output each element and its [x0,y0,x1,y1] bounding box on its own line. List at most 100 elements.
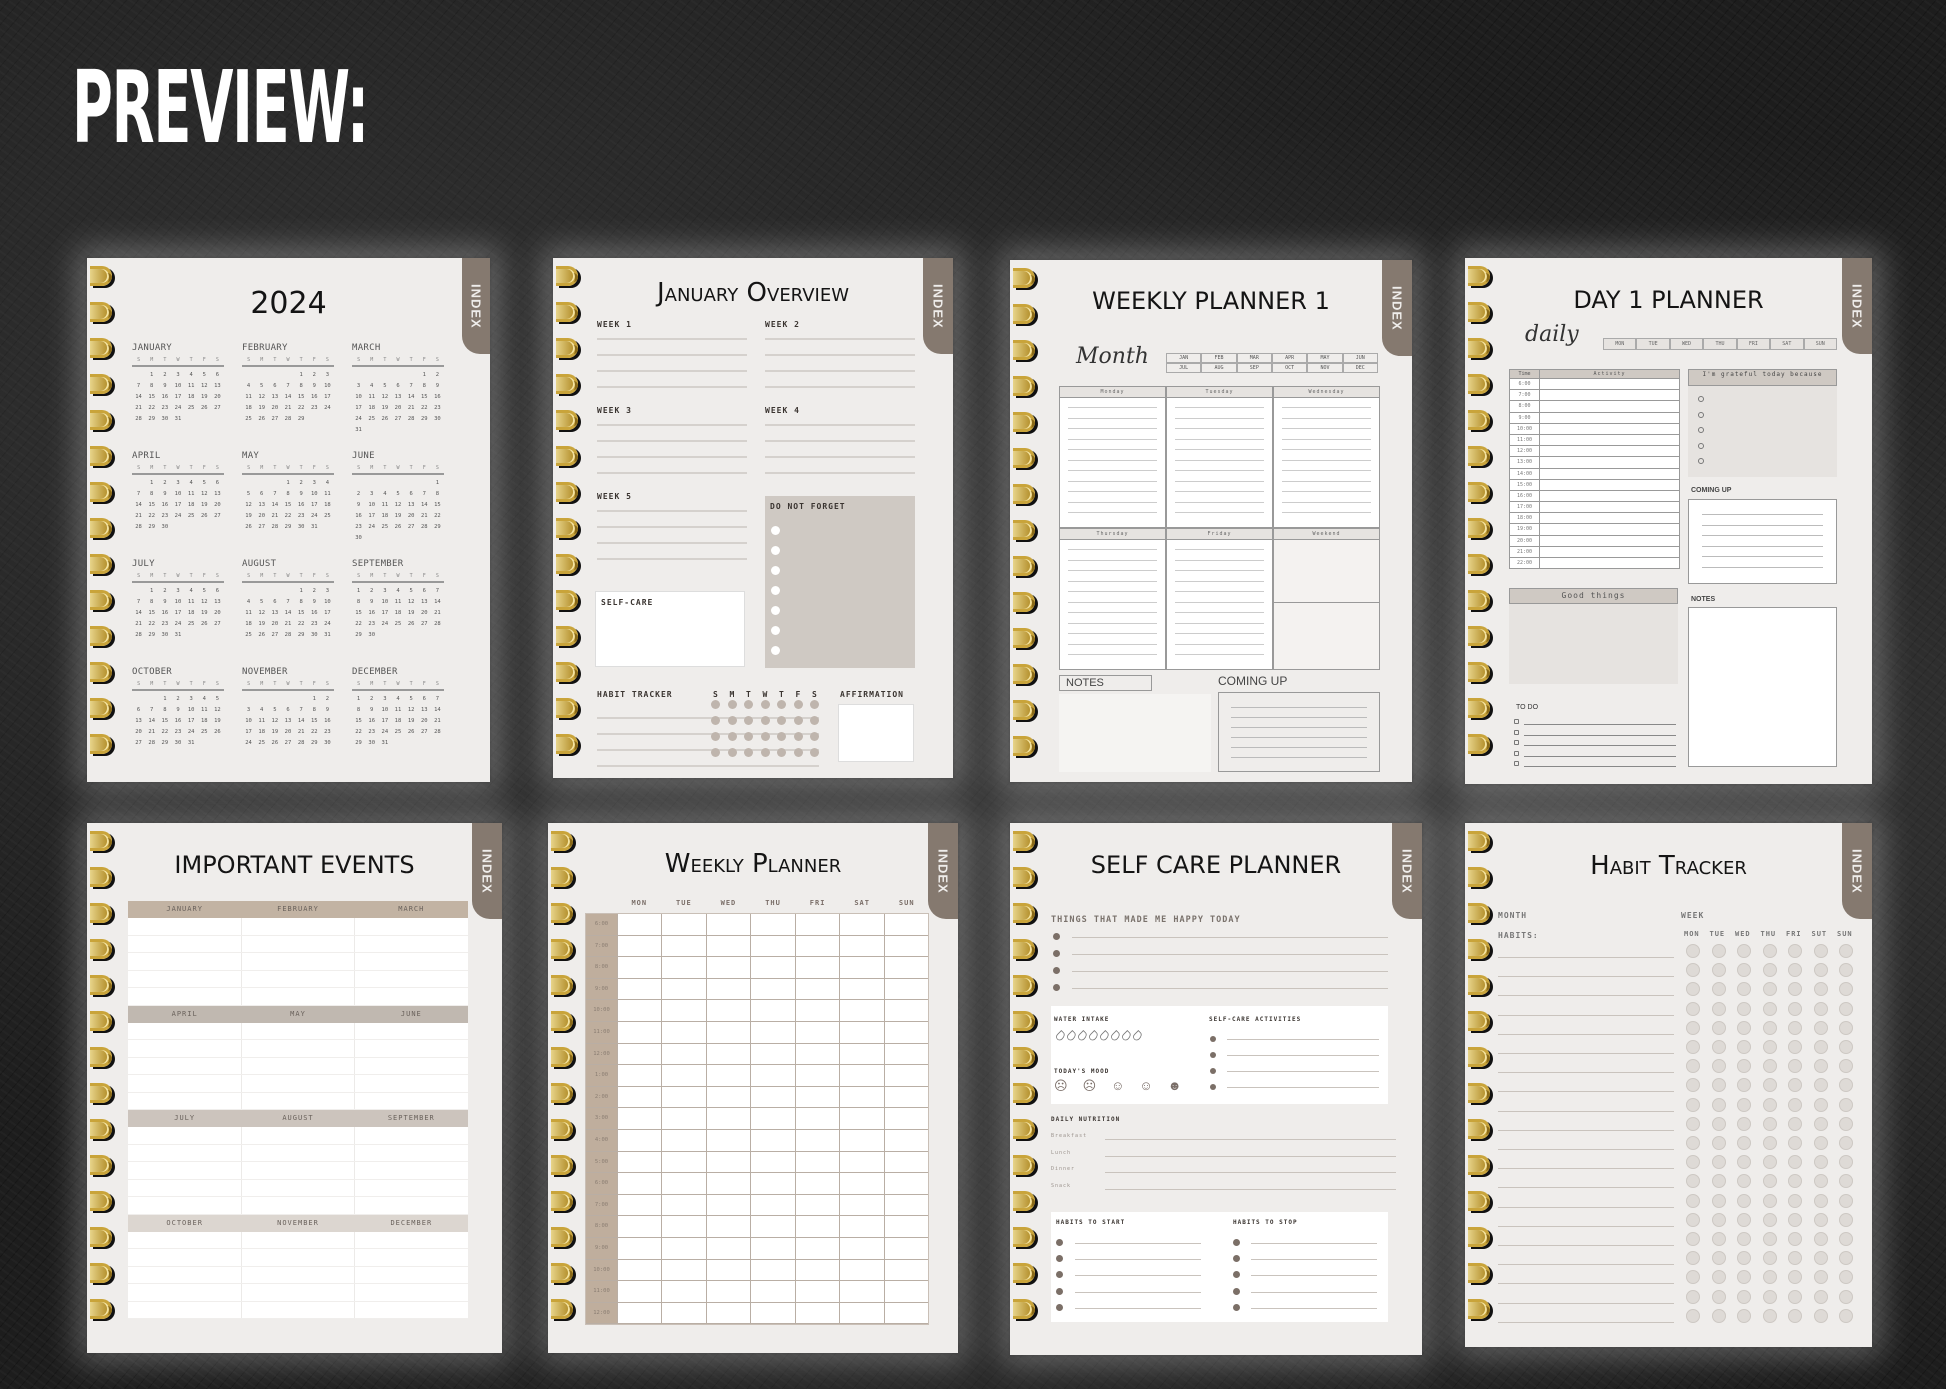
checkbox-bullet[interactable] [771,546,780,555]
hour-cell[interactable] [883,1129,928,1151]
hour-cell[interactable] [839,957,884,978]
event-cell[interactable] [128,1284,242,1301]
calendar-day[interactable] [132,370,145,381]
calendar-day[interactable]: 10 [321,381,334,392]
hour-cell[interactable] [839,1043,884,1065]
calendar-day[interactable]: 19 [255,403,268,414]
page-self-care-planner[interactable]: INDEX SELF CARE PLANNER THINGS THAT MADE… [1010,823,1422,1355]
calendar-day[interactable]: 18 [391,608,404,619]
calendar-day[interactable] [281,694,294,705]
calendar-day[interactable]: 8 [145,489,158,500]
write-line[interactable] [765,386,915,388]
hour-cell[interactable] [883,978,928,1000]
calendar-day[interactable]: 9 [295,489,308,500]
calendar-day[interactable]: 16 [431,392,444,403]
calendar-day[interactable]: 6 [211,478,224,489]
calendar-day[interactable]: 1 [281,478,294,489]
tracker-circle[interactable] [1711,1155,1726,1170]
tracker-circle[interactable] [1686,1020,1700,1035]
calendar-day[interactable]: 3 [242,705,255,716]
write-line[interactable] [1702,566,1823,568]
calendar-day[interactable]: 6 [255,489,268,500]
tracker-circle[interactable] [1839,944,1853,958]
calendar-day[interactable]: 2 [158,586,171,597]
hour-cell[interactable] [750,1000,795,1021]
calendar-day[interactable]: 22 [158,727,171,738]
calendar-day[interactable]: 18 [365,403,378,414]
calendar-day[interactable]: 17 [171,608,184,619]
calendar-day[interactable]: 28 [418,522,431,533]
notes-box[interactable] [1688,607,1837,767]
calendar-day[interactable]: 3 [321,586,334,597]
calendar-day[interactable] [405,738,418,749]
month-option[interactable]: APR [1271,353,1308,363]
calendar-day[interactable] [255,586,268,597]
calendar-day[interactable]: 9 [158,597,171,608]
habit-line[interactable] [1075,1259,1201,1261]
calendar-day[interactable]: 31 [321,630,334,641]
habit-line[interactable] [1498,1033,1674,1035]
calendar-day[interactable]: 11 [255,716,268,727]
calendar-day[interactable]: 11 [185,381,198,392]
hour-cell[interactable] [617,1151,662,1173]
event-cell[interactable] [355,1232,468,1249]
activity-cell[interactable] [1540,413,1679,423]
happy-line[interactable] [1072,937,1388,938]
calendar-day[interactable]: 20 [281,727,294,738]
calendar-day[interactable]: 8 [281,489,294,500]
calendar-day[interactable]: 15 [145,392,158,403]
calendar-day[interactable] [378,370,391,381]
schedule-row[interactable]: 12:00 [1509,446,1680,458]
schedule-row[interactable]: 10:00 [1509,423,1680,435]
write-line[interactable] [1702,556,1823,557]
calendar-day[interactable]: 2 [158,370,171,381]
tracker-circle[interactable] [1686,1136,1700,1150]
event-cell[interactable] [128,1040,242,1057]
hour-cell[interactable] [661,1173,706,1194]
hour-cell[interactable] [617,1194,662,1216]
habit-line[interactable] [597,765,819,767]
calendar-day[interactable]: 20 [268,619,281,630]
grateful-bullet[interactable] [1698,427,1704,433]
calendar-day[interactable]: 5 [198,370,211,381]
calendar-day[interactable] [365,478,378,489]
calendar-day[interactable]: 9 [365,705,378,716]
calendar-day[interactable]: 7 [132,381,145,392]
habit-dot[interactable] [810,716,819,725]
activity-cell[interactable] [1540,502,1679,512]
calendar-day[interactable]: 25 [242,414,255,425]
habit-line[interactable] [1075,1275,1201,1277]
tracker-circle[interactable] [1813,1136,1828,1150]
calendar-day[interactable]: 27 [211,403,224,414]
calendar-day[interactable] [268,586,281,597]
hour-cell[interactable] [617,1129,662,1151]
calendar-day[interactable]: 10 [171,381,184,392]
hour-cell[interactable] [883,1000,928,1021]
calendar-day[interactable]: 24 [321,403,334,414]
event-cell[interactable] [242,1179,356,1196]
calendar-day[interactable]: 16 [171,716,184,727]
calendar-day[interactable]: 10 [171,489,184,500]
calendar-day[interactable]: 15 [295,608,308,619]
event-cell[interactable] [128,970,242,987]
calendar-day[interactable]: 25 [255,738,268,749]
calendar-day[interactable]: 22 [308,727,321,738]
calendar-day[interactable]: 21 [295,727,308,738]
calendar-day[interactable]: 12 [198,381,211,392]
calendar-day[interactable] [405,370,418,381]
hour-cell[interactable] [750,914,795,935]
tracker-circle[interactable] [1686,944,1700,958]
calendar-day[interactable]: 26 [242,522,255,533]
tracker-circle[interactable] [1813,1001,1828,1016]
calendar-day[interactable]: 19 [198,500,211,511]
calendar-day[interactable]: 15 [352,716,365,727]
tracker-circle[interactable] [1839,1251,1853,1266]
calendar-day[interactable]: 16 [308,608,321,619]
calendar-day[interactable] [365,533,378,544]
calendar-day[interactable]: 29 [145,522,158,533]
habit-line[interactable] [1498,1091,1674,1093]
calendar-day[interactable]: 3 [185,694,198,705]
tracker-circle[interactable] [1711,1097,1726,1112]
hour-cell[interactable] [661,1151,706,1173]
tracker-circle[interactable] [1737,1232,1751,1246]
